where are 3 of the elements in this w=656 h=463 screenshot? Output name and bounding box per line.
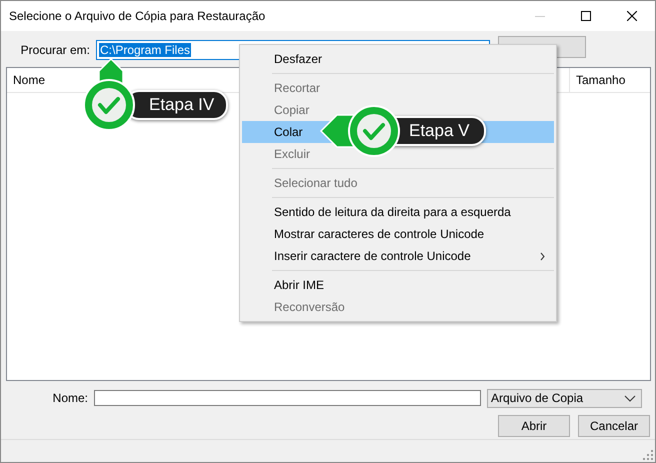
field-label: Nome: [52, 391, 89, 405]
field-label: Procurar em: [20, 43, 91, 57]
window-title: Selecione o Arquivo de Cópia para Restauração [9, 9, 266, 23]
